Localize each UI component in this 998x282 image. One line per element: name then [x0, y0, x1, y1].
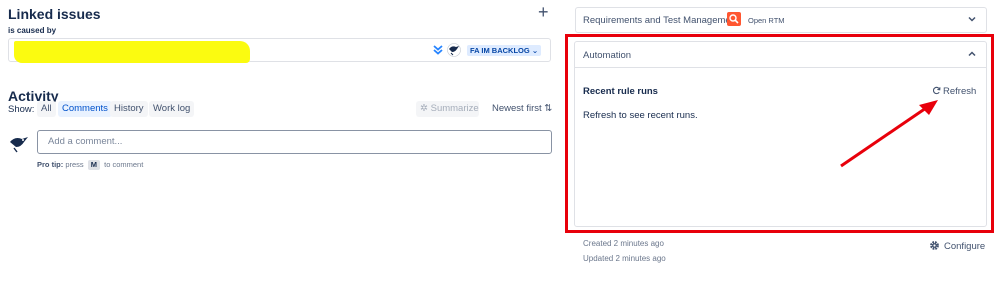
- filter-comments-button[interactable]: Comments: [58, 101, 112, 117]
- pro-tip-suffix: to comment: [104, 160, 144, 169]
- pro-tip-press: press: [65, 160, 84, 169]
- linked-issues-title: Linked issues: [8, 6, 101, 22]
- chevron-down-icon: ⌄: [531, 46, 539, 55]
- chevron-down-icon[interactable]: [967, 14, 977, 24]
- filter-all-button[interactable]: All: [37, 101, 56, 117]
- summarize-button: ✲ Summarize: [416, 101, 479, 117]
- gear-icon: [930, 241, 939, 250]
- magnifier-icon: [729, 14, 739, 24]
- created-timestamp: Created 2 minutes ago: [583, 239, 664, 248]
- sort-order-button[interactable]: Newest first ⇅: [492, 103, 552, 115]
- add-link-button[interactable]: +: [538, 3, 549, 21]
- sparkle-icon: ✲: [420, 103, 428, 114]
- status-text: FA IM BACKLOG: [470, 46, 530, 55]
- status-lozenge[interactable]: FA IM BACKLOG ⌄: [467, 45, 542, 56]
- relation-label: is caused by: [8, 26, 57, 35]
- comment-input[interactable]: Add a comment...: [37, 130, 552, 154]
- annotation-arrow: [840, 100, 938, 168]
- rtm-icon[interactable]: [727, 12, 741, 26]
- double-chevron-down-icon: [433, 45, 443, 55]
- pro-tip-prefix: Pro tip:: [37, 160, 64, 169]
- redaction-highlight: [14, 41, 250, 63]
- shortcut-key: M: [87, 160, 101, 170]
- show-label: Show:: [8, 104, 35, 115]
- sort-label: Newest first: [492, 103, 542, 114]
- user-avatar: [9, 134, 29, 154]
- pro-tip: Pro tip: press M to comment: [37, 160, 143, 170]
- rtm-title: Requirements and Test Management: [583, 15, 739, 26]
- filter-history-button[interactable]: History: [110, 101, 148, 117]
- configure-button[interactable]: Configure: [929, 240, 985, 253]
- configure-label: Configure: [944, 241, 986, 252]
- plus-icon: +: [538, 2, 549, 22]
- updated-timestamp: Updated 2 minutes ago: [583, 254, 666, 263]
- open-rtm-link[interactable]: Open RTM: [748, 16, 785, 26]
- filter-worklog-button[interactable]: Work log: [149, 101, 195, 117]
- sort-icon: ⇅: [544, 103, 553, 114]
- assignee-avatar[interactable]: [447, 43, 461, 57]
- summarize-label: Summarize: [430, 103, 479, 114]
